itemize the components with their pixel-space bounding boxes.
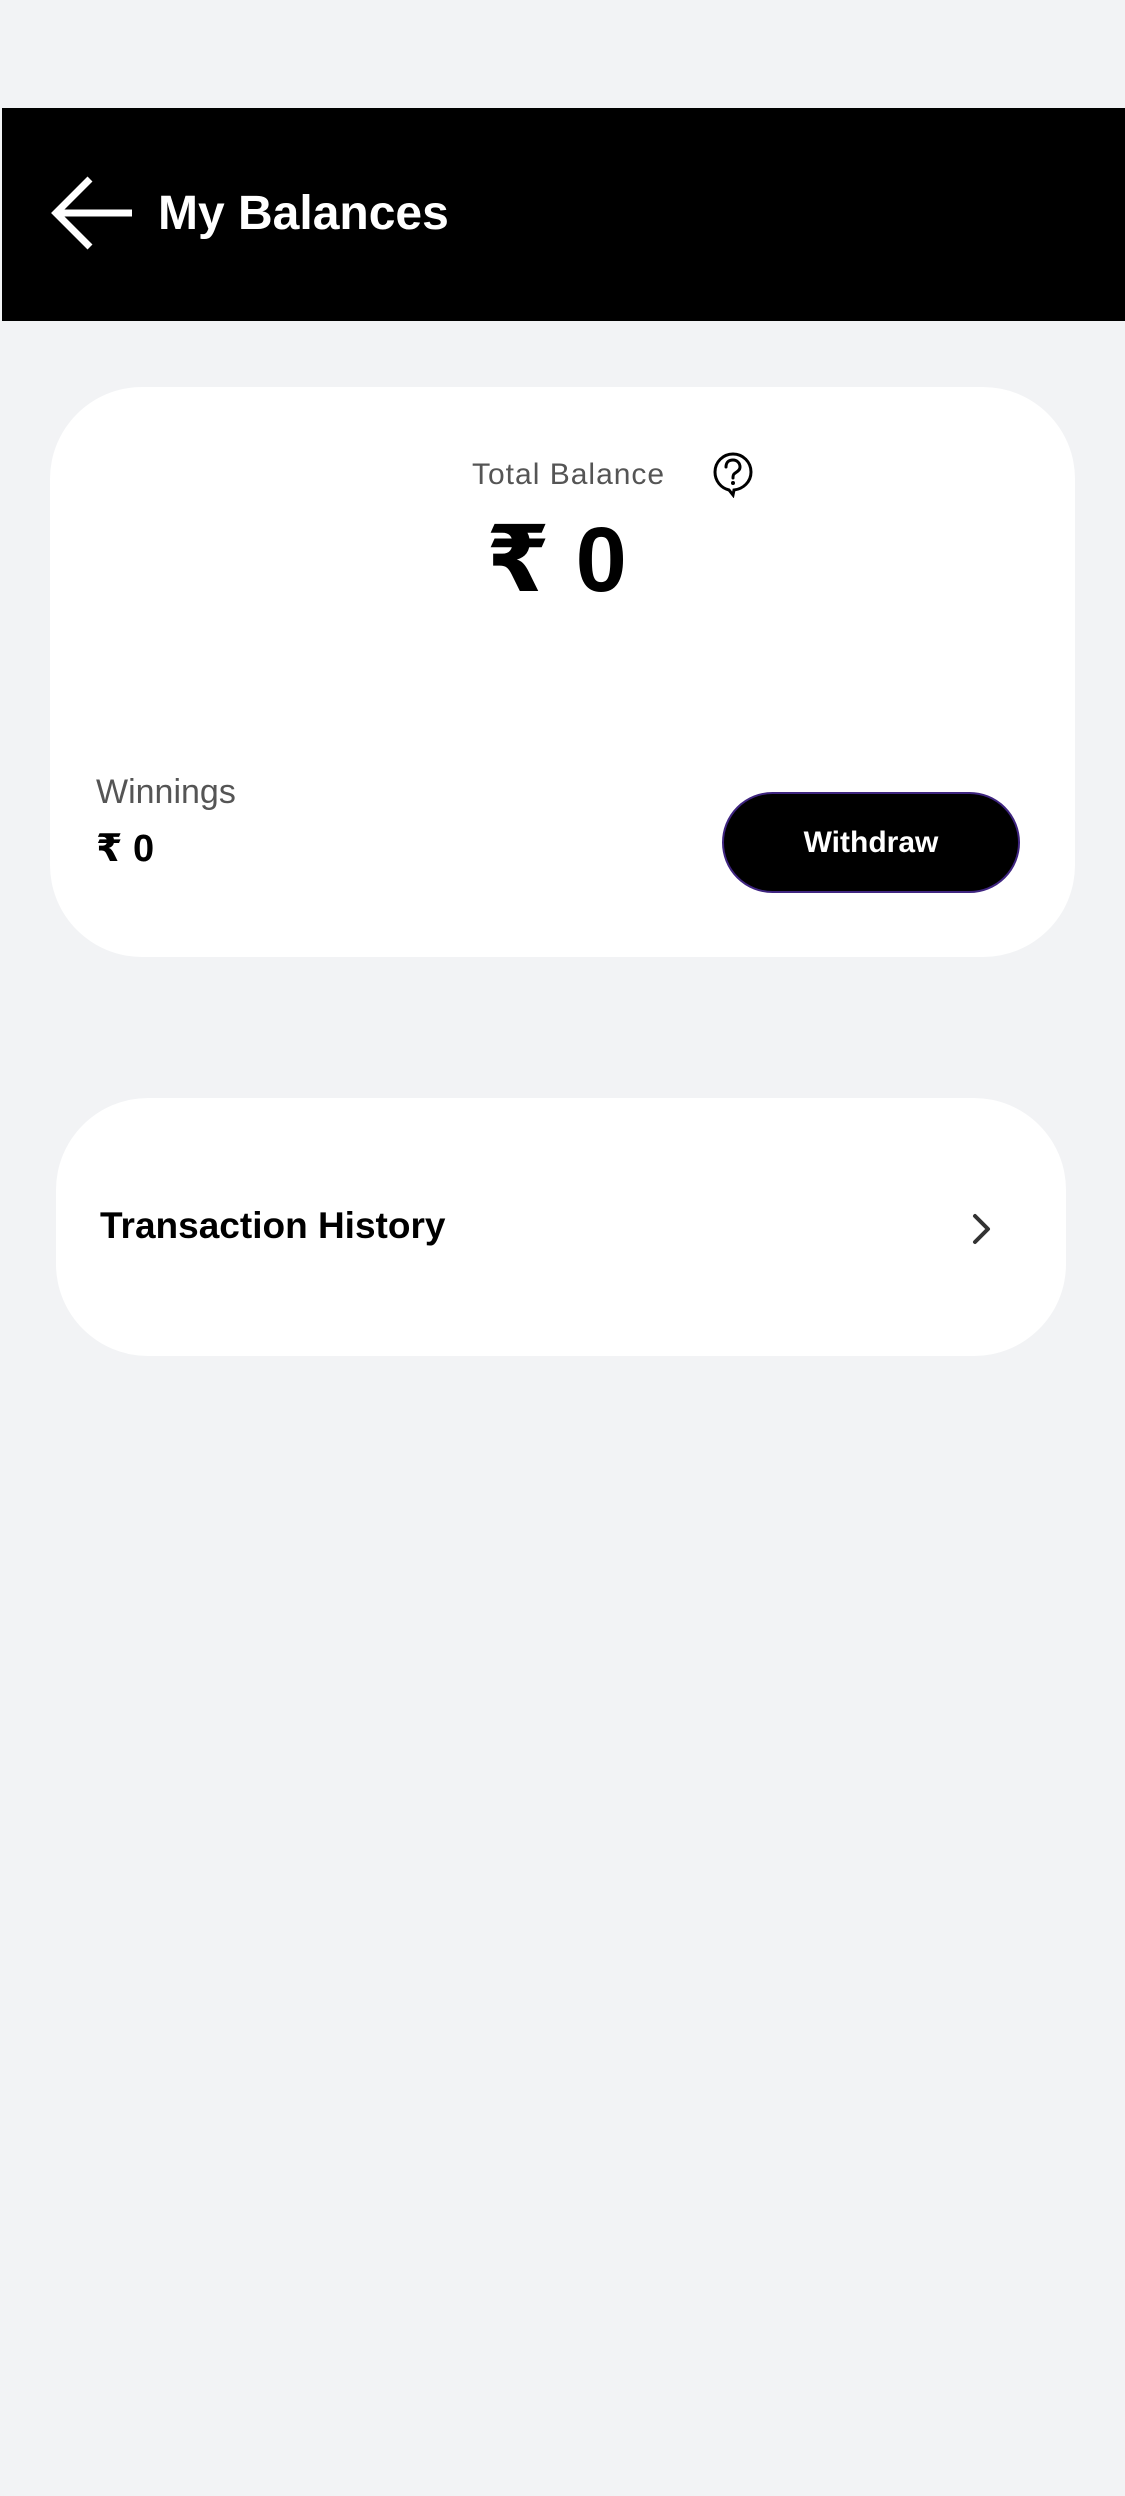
winnings-amount: ₹ 0 xyxy=(96,828,155,870)
winnings-label: Winnings xyxy=(96,773,236,811)
app-header: My Balances xyxy=(2,108,1125,321)
help-button[interactable] xyxy=(711,450,755,499)
question-circle-icon xyxy=(713,452,753,499)
total-balance-amount: ₹ 0 xyxy=(486,509,627,611)
withdraw-button[interactable]: Withdraw xyxy=(722,792,1020,893)
arrow-left-icon xyxy=(51,176,132,250)
chevron-right-icon xyxy=(973,1214,990,1244)
transaction-history-row[interactable]: Transaction History xyxy=(56,1098,1066,1356)
back-button[interactable] xyxy=(50,168,136,258)
transaction-history-label: Transaction History xyxy=(100,1205,446,1246)
balance-card: Total Balance ₹ 0 Winnings ₹ 0 Withdraw xyxy=(50,387,1075,957)
total-balance-label: Total Balance xyxy=(472,458,666,491)
page-title: My Balances xyxy=(158,187,449,240)
